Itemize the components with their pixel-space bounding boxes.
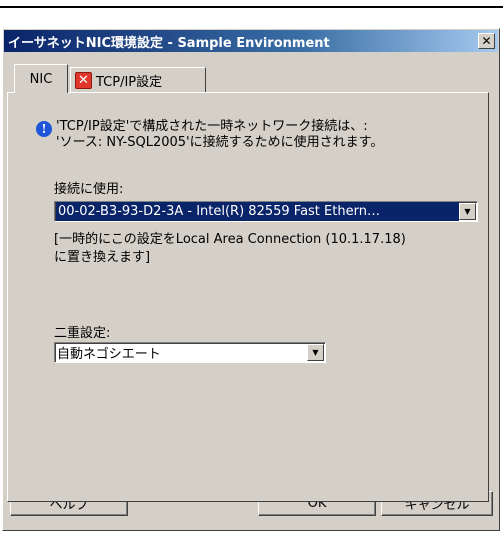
- tab-nic-label: NIC: [29, 71, 53, 87]
- nic-tab-panel: ! 'TCP/IP設定'で構成された一時ネットワーク接続は、: 'ソース: NY…: [7, 92, 489, 502]
- tab-tcpip-settings[interactable]: ✕ TCP/IP設定: [70, 67, 206, 93]
- info-line-1: 'TCP/IP設定'で構成された一時ネットワーク接続は、:: [56, 119, 368, 134]
- dropdown-arrow-icon[interactable]: ▼: [459, 203, 476, 220]
- title-bar: イーサネットNIC環境設定 - Sample Environment ✕: [4, 30, 498, 52]
- window-title: イーサネットNIC環境設定 - Sample Environment: [8, 35, 330, 51]
- info-icon: !: [36, 121, 52, 137]
- info-message: ! 'TCP/IP設定'で構成された一時ネットワーク接続は、: 'ソース: NY…: [36, 119, 383, 151]
- duplex-select[interactable]: 自動ネゴシエート ▼: [54, 342, 326, 363]
- connection-label: 接続に使用:: [54, 182, 124, 197]
- duplex-select-value: 自動ネゴシエート: [57, 347, 161, 362]
- connection-note-line-2: に置き換えます]: [54, 250, 151, 265]
- dropdown-arrow-icon[interactable]: ▼: [307, 344, 324, 361]
- connection-select[interactable]: 00-02-B3-93-D2-3A - Intel(R) 82559 Fast …: [54, 201, 478, 222]
- error-x-icon: ✕: [75, 72, 92, 89]
- info-line-2: 'ソース: NY-SQL2005'に接続するために使用されます。: [56, 135, 384, 150]
- close-icon: ✕: [481, 34, 492, 48]
- duplex-label: 二重設定:: [54, 326, 111, 341]
- tab-tcpip-label: TCP/IP設定: [96, 75, 163, 90]
- connection-select-value: 00-02-B3-93-D2-3A - Intel(R) 82559 Fast …: [56, 202, 459, 221]
- close-button[interactable]: ✕: [478, 33, 495, 49]
- top-border-line: [0, 6, 503, 8]
- connection-note-line-1: [一時的にこの設定をLocal Area Connection (10.1.17…: [54, 232, 406, 247]
- tab-nic[interactable]: NIC: [14, 64, 68, 93]
- connection-note: [一時的にこの設定をLocal Area Connection (10.1.17…: [54, 231, 406, 267]
